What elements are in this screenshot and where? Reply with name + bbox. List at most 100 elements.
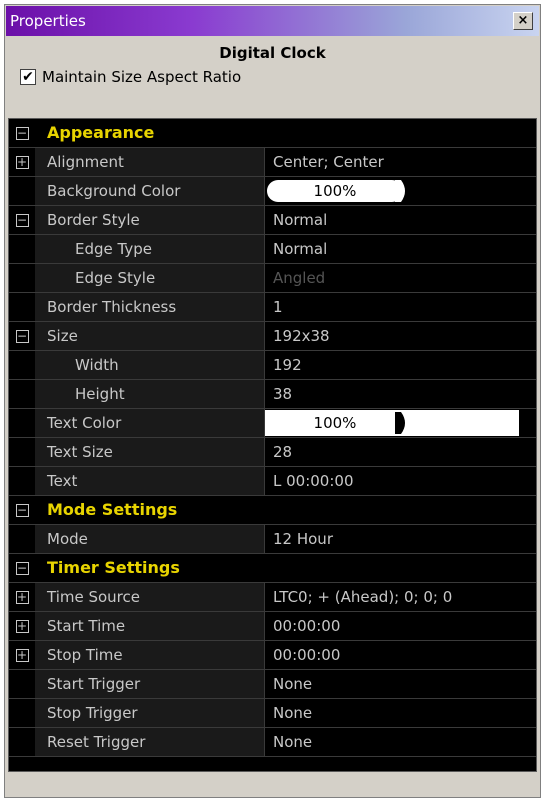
row-gutter: − — [9, 119, 35, 147]
row-gutter — [9, 670, 35, 698]
property-value[interactable]: Center; Center — [265, 148, 536, 176]
row-gutter: + — [9, 148, 35, 176]
expand-icon[interactable]: + — [15, 619, 29, 633]
property-name: Start Trigger — [35, 670, 265, 698]
row-gutter — [9, 467, 35, 495]
property-row[interactable]: − Size 192x38 — [9, 322, 536, 351]
opacity-pill[interactable]: 100% — [267, 412, 403, 434]
property-value[interactable]: 12 Hour — [265, 525, 536, 553]
row-gutter: + — [9, 641, 35, 669]
row-gutter — [9, 728, 35, 756]
property-row[interactable]: Edge Type Normal — [9, 235, 536, 264]
collapse-icon[interactable]: − — [15, 503, 29, 517]
row-gutter — [9, 351, 35, 379]
property-row[interactable]: Border Thickness 1 — [9, 293, 536, 322]
section-label: Mode Settings — [35, 496, 536, 524]
maintain-aspect-row[interactable]: ✔ Maintain Size Aspect Ratio — [20, 66, 241, 88]
property-row[interactable]: + Stop Time 00:00:00 — [9, 641, 536, 670]
property-name: Time Source — [35, 583, 265, 611]
row-gutter — [9, 264, 35, 292]
property-row[interactable]: + Alignment Center; Center — [9, 148, 536, 177]
property-value[interactable]: 00:00:00 — [265, 612, 536, 640]
row-gutter — [9, 293, 35, 321]
section-row[interactable]: − Timer Settings — [9, 554, 536, 583]
property-value[interactable]: LTC0; + (Ahead); 0; 0; 0 — [265, 583, 536, 611]
property-name: Border Style — [35, 206, 265, 234]
collapse-icon[interactable]: − — [15, 213, 29, 227]
expand-icon[interactable]: + — [15, 155, 29, 169]
maintain-aspect-label[interactable]: Maintain Size Aspect Ratio — [42, 68, 241, 86]
property-row[interactable]: Start Trigger None — [9, 670, 536, 699]
row-gutter — [9, 699, 35, 727]
property-row[interactable]: Mode 12 Hour — [9, 525, 536, 554]
row-gutter — [9, 409, 35, 437]
collapse-icon[interactable]: − — [15, 561, 29, 575]
property-name: Text — [35, 467, 265, 495]
collapse-icon[interactable]: − — [15, 329, 29, 343]
property-name: Edge Style — [35, 264, 265, 292]
property-row[interactable]: Width 192 — [9, 351, 536, 380]
chevron-right-icon — [395, 412, 405, 434]
property-row[interactable]: − Border Style Normal — [9, 206, 536, 235]
window-title: Properties — [10, 12, 86, 30]
section-row[interactable]: − Mode Settings — [9, 496, 536, 525]
property-value[interactable]: 192 — [265, 351, 536, 379]
row-gutter — [9, 235, 35, 263]
check-mark-icon: ✔ — [22, 69, 34, 85]
row-gutter — [9, 438, 35, 466]
property-name: Text Color — [35, 409, 265, 437]
property-row[interactable]: + Start Time 00:00:00 — [9, 612, 536, 641]
property-row[interactable]: Text Color 100% — [9, 409, 536, 438]
object-name: Digital Clock — [219, 44, 326, 62]
properties-header: Digital Clock ✔ Maintain Size Aspect Rat… — [6, 36, 539, 116]
row-gutter: + — [9, 583, 35, 611]
property-value[interactable]: 192x38 — [265, 322, 536, 350]
property-row[interactable]: Height 38 — [9, 380, 536, 409]
property-name: Width — [35, 351, 265, 379]
property-value[interactable]: 28 — [265, 438, 536, 466]
property-row[interactable]: Text L 00:00:00 — [9, 467, 536, 496]
property-row[interactable]: + Time Source LTC0; + (Ahead); 0; 0; 0 — [9, 583, 536, 612]
expand-icon[interactable]: + — [15, 590, 29, 604]
property-row[interactable]: Text Size 28 — [9, 438, 536, 467]
property-value[interactable]: Normal — [265, 206, 536, 234]
section-label: Timer Settings — [35, 554, 536, 582]
property-value: Angled — [265, 264, 536, 292]
color-swatch-bar[interactable]: 100% — [265, 410, 519, 436]
title-bar[interactable]: Properties × — [6, 6, 539, 36]
close-button[interactable]: × — [513, 12, 533, 30]
property-name: Alignment — [35, 148, 265, 176]
row-gutter: − — [9, 496, 35, 524]
property-row[interactable]: Stop Trigger None — [9, 699, 536, 728]
property-value[interactable]: None — [265, 699, 536, 727]
property-value[interactable]: None — [265, 728, 536, 756]
property-row[interactable]: Edge Style Angled — [9, 264, 536, 293]
property-value[interactable]: 00:00:00 — [265, 641, 536, 669]
property-name: Start Time — [35, 612, 265, 640]
property-grid[interactable]: − Appearance + Alignment Center; Center Backg… — [8, 118, 537, 772]
property-value[interactable]: L 00:00:00 — [265, 467, 536, 495]
row-gutter: − — [9, 322, 35, 350]
property-name: Border Thickness — [35, 293, 265, 321]
opacity-pill[interactable]: 100% — [267, 180, 403, 202]
property-name: Text Size — [35, 438, 265, 466]
property-name: Height — [35, 380, 265, 408]
property-value[interactable]: 38 — [265, 380, 536, 408]
row-gutter: + — [9, 612, 35, 640]
property-row[interactable]: Reset Trigger None — [9, 728, 536, 757]
row-gutter — [9, 525, 35, 553]
color-swatch-bar[interactable]: 100% — [265, 178, 519, 204]
property-name: Stop Time — [35, 641, 265, 669]
property-name: Size — [35, 322, 265, 350]
row-gutter: − — [9, 554, 35, 582]
section-label: Appearance — [35, 119, 536, 147]
property-name: Reset Trigger — [35, 728, 265, 756]
maintain-aspect-checkbox[interactable]: ✔ — [20, 69, 36, 85]
property-value[interactable]: 1 — [265, 293, 536, 321]
section-row[interactable]: − Appearance — [9, 119, 536, 148]
property-value[interactable]: Normal — [265, 235, 536, 263]
collapse-icon[interactable]: − — [15, 126, 29, 140]
property-value[interactable]: None — [265, 670, 536, 698]
expand-icon[interactable]: + — [15, 648, 29, 662]
property-row[interactable]: Background Color 100% — [9, 177, 536, 206]
